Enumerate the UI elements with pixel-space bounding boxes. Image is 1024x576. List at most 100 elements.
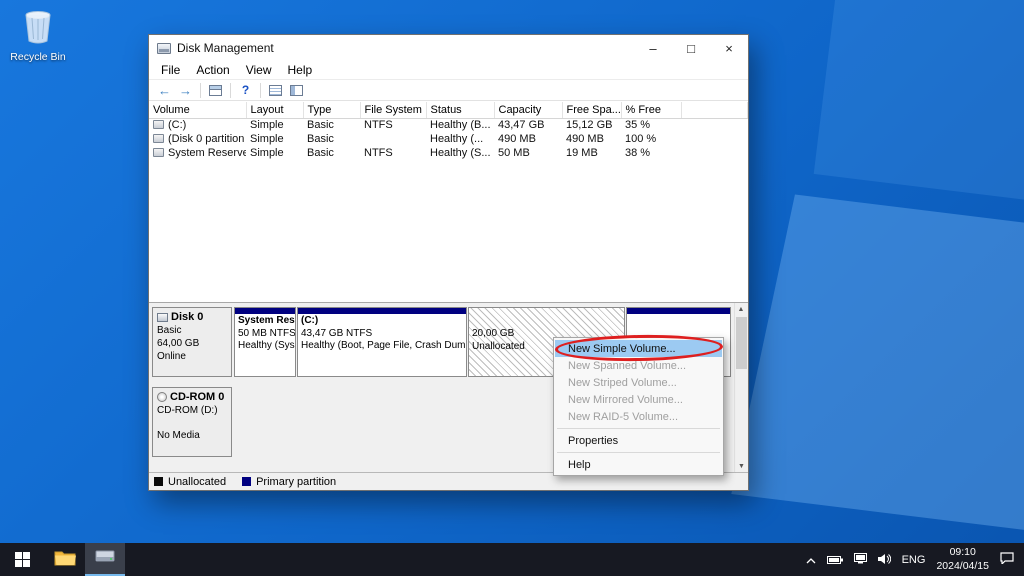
scroll-thumb[interactable]	[736, 317, 747, 369]
cell-freespace: 15,12 GB	[562, 118, 621, 132]
column-header-freespace[interactable]: Free Spa...	[562, 102, 621, 118]
minimize-button[interactable]: –	[634, 35, 672, 61]
desktop-light-beam	[731, 194, 1024, 530]
forward-button[interactable]: →	[175, 81, 196, 99]
battery-icon[interactable]	[827, 551, 843, 569]
menu-item-new-simple-volume[interactable]: New Simple Volume...	[555, 340, 722, 357]
recycle-bin-icon	[23, 31, 53, 48]
cdrom-row: CD-ROM 0 CD-ROM (D:) No Media	[152, 387, 232, 457]
cell-status: Healthy (B...	[426, 118, 494, 132]
cell-capacity: 50 MB	[494, 146, 562, 160]
disk0-status: Online	[157, 350, 227, 363]
partition-c[interactable]: (C:) 43,47 GB NTFS Healthy (Boot, Page F…	[297, 307, 467, 377]
column-header-pctfree[interactable]: % Free	[621, 102, 681, 118]
menu-help[interactable]: Help	[280, 63, 321, 77]
cell-volume: (C:)	[168, 119, 186, 131]
menu-item-new-mirrored-volume: New Mirrored Volume...	[555, 391, 722, 408]
cell-filesystem: NTFS	[360, 146, 426, 160]
network-icon[interactable]	[854, 551, 867, 569]
disk-icon	[157, 313, 168, 322]
taskbar: ENG 09:10 2024/04/15	[0, 543, 1024, 576]
help-button[interactable]: ?	[235, 81, 256, 99]
cell-volume: System Reserved	[168, 147, 246, 159]
vertical-scrollbar[interactable]: ▲ ▼	[734, 303, 747, 473]
menu-file[interactable]: File	[153, 63, 188, 77]
legend-unallocated: Unallocated	[168, 476, 226, 488]
disk0-type: Basic	[157, 324, 227, 337]
partition-size: 43,47 GB NTFS	[301, 328, 372, 339]
disk-drive-icon	[95, 548, 115, 569]
cell-filesystem: NTFS	[360, 118, 426, 132]
column-header-layout[interactable]: Layout	[246, 102, 303, 118]
disk-management-taskbar-button[interactable]	[85, 543, 125, 576]
partition-size: 20,00 GB	[472, 328, 514, 339]
disk0-label[interactable]: Disk 0 Basic 64,00 GB Online	[152, 307, 232, 377]
menu-item-new-raid5-volume: New RAID-5 Volume...	[555, 408, 722, 425]
menu-item-properties[interactable]: Properties	[555, 432, 722, 449]
cell-freespace: 490 MB	[562, 132, 621, 146]
cell-pctfree: 35 %	[621, 118, 681, 132]
titlebar: Disk Management – □ ×	[149, 35, 748, 61]
back-button[interactable]: ←	[154, 81, 175, 99]
column-header-filler	[681, 102, 748, 118]
menu-separator	[557, 428, 720, 429]
menu-view[interactable]: View	[238, 63, 280, 77]
cell-filesystem	[360, 132, 426, 146]
column-header-volume[interactable]: Volume	[149, 102, 246, 118]
hidden-icons-chevron[interactable]	[806, 551, 816, 569]
cdrom-name: CD-ROM 0	[170, 390, 224, 404]
primary-partition-swatch	[242, 477, 251, 486]
partition-size: 50 MB NTFS	[238, 328, 296, 339]
cell-status: Healthy (...	[426, 132, 494, 146]
partition-system-reserved[interactable]: System Res 50 MB NTFS Healthy (Sys	[234, 307, 296, 377]
table-row[interactable]: System Reserved Simple Basic NTFS Health…	[149, 146, 748, 160]
unallocated-swatch	[154, 477, 163, 486]
volume-icon	[153, 134, 164, 143]
cdrom-label[interactable]: CD-ROM 0 CD-ROM (D:) No Media	[152, 387, 232, 457]
language-indicator[interactable]: ENG	[902, 554, 926, 566]
cell-capacity: 43,47 GB	[494, 118, 562, 132]
cdrom-status: No Media	[157, 429, 227, 442]
column-header-filesystem[interactable]: File System	[360, 102, 426, 118]
cell-layout: Simple	[246, 146, 303, 160]
graph-view-button[interactable]	[286, 81, 307, 99]
menu-item-help[interactable]: Help	[555, 456, 722, 473]
close-button[interactable]: ×	[710, 35, 748, 61]
cell-status: Healthy (S...	[426, 146, 494, 160]
cdrom-type: CD-ROM (D:)	[157, 404, 227, 417]
legend-primary: Primary partition	[256, 476, 336, 488]
graph-view-icon	[290, 85, 303, 96]
console-tree-button[interactable]	[205, 81, 226, 99]
disk0-size: 64,00 GB	[157, 337, 227, 350]
list-view-button[interactable]	[265, 81, 286, 99]
maximize-button[interactable]: □	[672, 35, 710, 61]
cell-type: Basic	[303, 118, 360, 132]
menu-separator	[557, 452, 720, 453]
recycle-bin[interactable]: Recycle Bin	[6, 10, 70, 63]
column-header-type[interactable]: Type	[303, 102, 360, 118]
action-center-button[interactable]	[1000, 551, 1014, 569]
system-tray: ENG 09:10 2024/04/15	[806, 543, 1024, 576]
disk-management-icon	[157, 43, 171, 54]
cell-type: Basic	[303, 132, 360, 146]
menubar: File Action View Help	[149, 61, 748, 80]
toolbar-separator	[200, 83, 201, 98]
window-title: Disk Management	[177, 41, 274, 55]
column-header-status[interactable]: Status	[426, 102, 494, 118]
clock[interactable]: 09:10 2024/04/15	[936, 546, 989, 573]
partition-status: Unallocated	[472, 341, 525, 352]
toolbar-separator	[260, 83, 261, 98]
scroll-up-button[interactable]: ▲	[735, 303, 747, 316]
volume-speaker-icon[interactable]	[878, 551, 891, 569]
table-row[interactable]: (Disk 0 partition 3) Simple Basic Health…	[149, 132, 748, 146]
file-explorer-button[interactable]	[45, 543, 85, 576]
menu-action[interactable]: Action	[188, 63, 237, 77]
cd-icon	[157, 392, 167, 402]
time: 09:10	[936, 546, 989, 560]
table-row[interactable]: (C:) Simple Basic NTFS Healthy (B... 43,…	[149, 118, 748, 132]
start-button[interactable]	[0, 543, 45, 576]
partition-title: (C:)	[301, 315, 318, 326]
column-header-capacity[interactable]: Capacity	[494, 102, 562, 118]
cell-pctfree: 100 %	[621, 132, 681, 146]
cell-volume: (Disk 0 partition 3)	[168, 133, 246, 145]
